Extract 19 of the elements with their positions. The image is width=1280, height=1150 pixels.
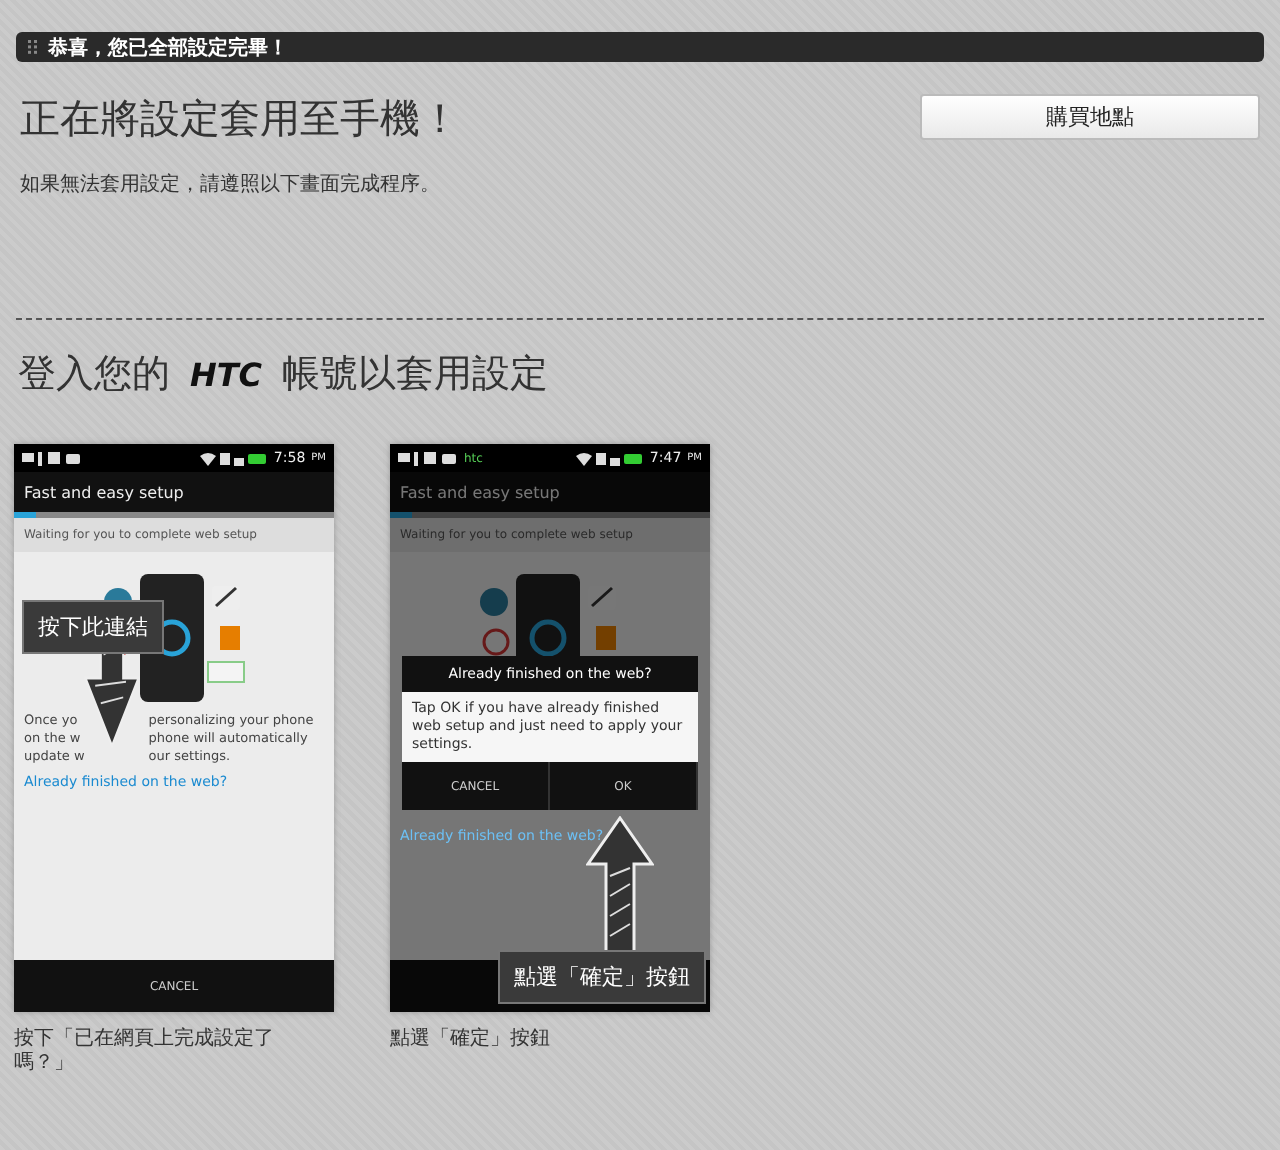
app-title: Fast and easy setup — [14, 472, 334, 512]
step-caption: 點選「確定」按鈕 — [390, 1028, 552, 1052]
buy-location-button[interactable]: 購買地點 — [920, 94, 1260, 140]
instructions-text: 如果無法套用設定，請遵照以下畫面完成程序。 — [20, 171, 442, 198]
status-icons-right-icon — [199, 451, 268, 465]
callout-label: 按下此連結 — [22, 600, 164, 654]
section-title: 登入您的 — [18, 350, 170, 400]
page-heading: 正在將設定套用至手機！ — [20, 92, 460, 146]
brand-logo-text: HTC — [190, 355, 263, 393]
status-icons-left-icon — [398, 451, 458, 465]
status-icons-right-icon — [575, 451, 644, 465]
section-title: 帳號以套用設定 — [282, 350, 549, 400]
step-caption: 按下「已在網頁上完成設定了嗎？」 — [14, 1028, 276, 1076]
banner-title: 恭喜，您已全部設定完畢！ — [48, 34, 288, 61]
grip-icon — [28, 40, 38, 54]
app-title: Fast and easy setup — [390, 472, 710, 512]
status-icons-left-icon — [22, 451, 82, 465]
phone-illustration-drawing — [478, 572, 622, 656]
callout-label: 點選「確定」按鈕 — [498, 950, 706, 1004]
